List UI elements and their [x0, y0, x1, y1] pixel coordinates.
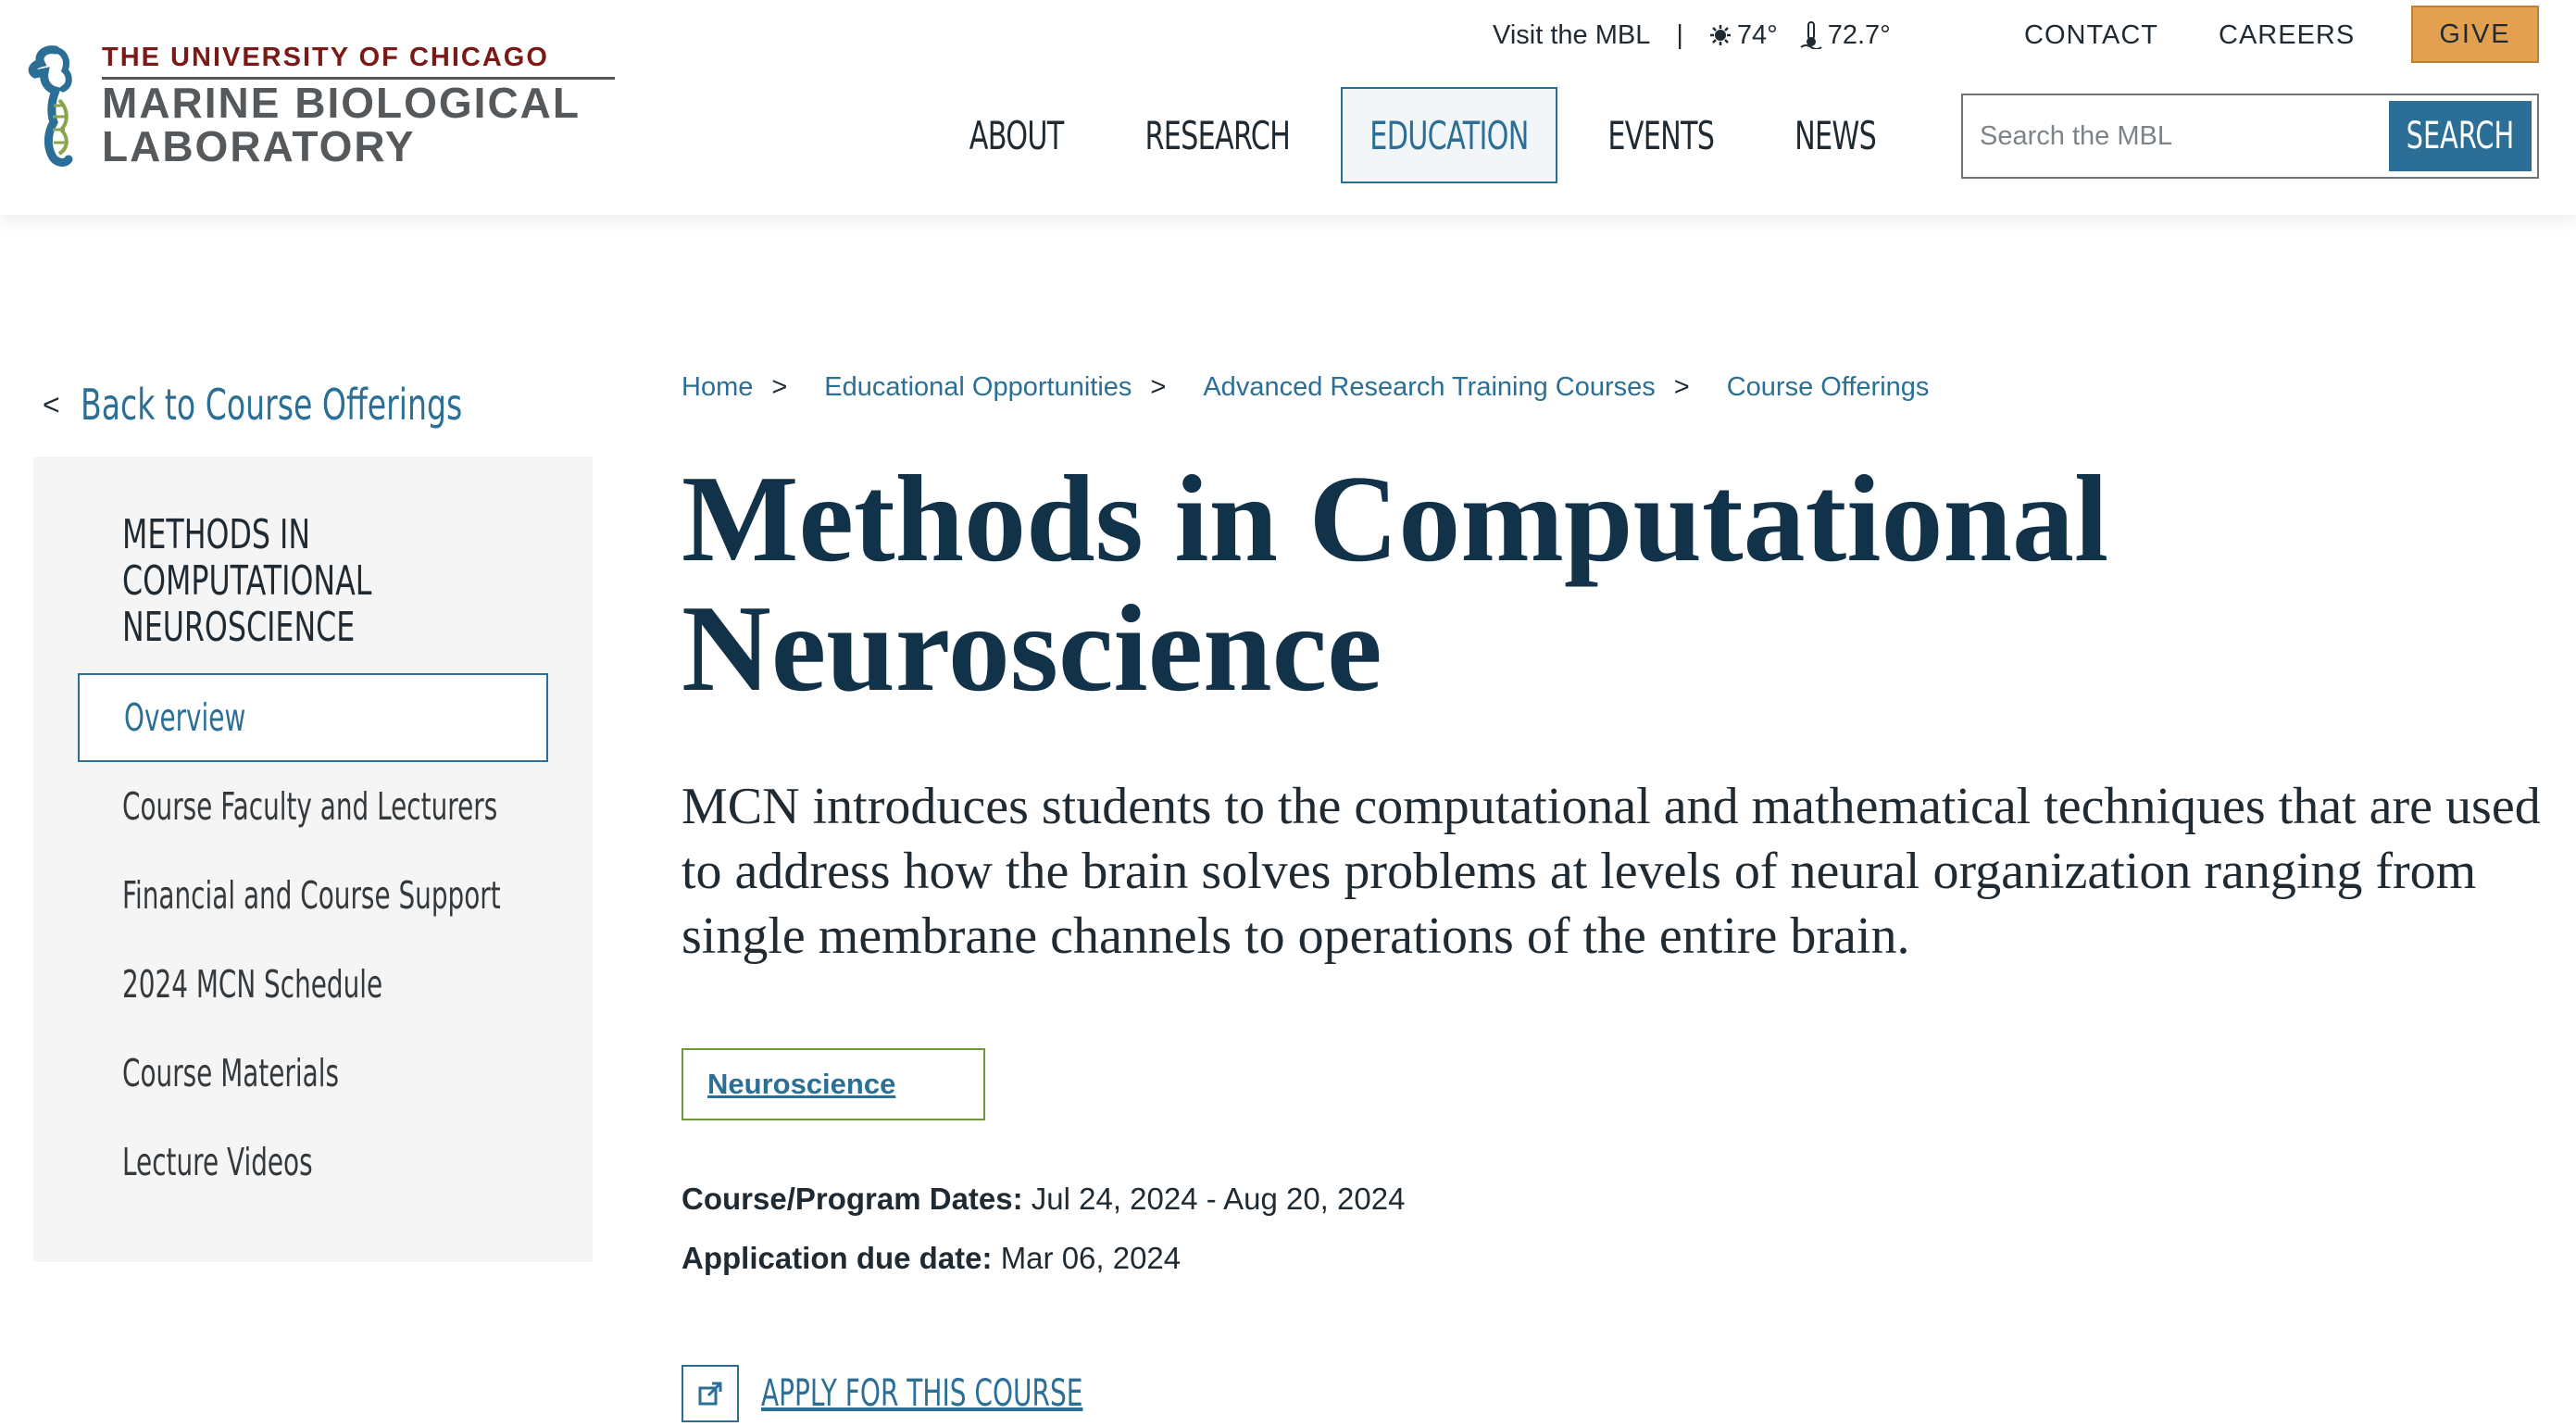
careers-link[interactable]: CAREERS: [2219, 17, 2355, 54]
chevron-left-icon: <: [43, 387, 60, 421]
apply-for-course-link[interactable]: APPLY FOR THIS COURSE: [682, 1365, 1220, 1422]
page-title: Methods in Computational Neuroscience: [682, 454, 2441, 713]
logo-wordmark: MARINE BIOLOGICAL LABORATORY: [102, 81, 581, 169]
contact-link[interactable]: CONTACT: [2024, 17, 2158, 54]
nav-events-label: EVENTS: [1607, 112, 1716, 158]
sidebar-item-label: Lecture Videos: [122, 1140, 313, 1184]
sidebar-item-label: Course Materials: [122, 1051, 339, 1095]
air-temperature: 74°: [1709, 20, 1778, 51]
search-button-label: SEARCH: [2406, 115, 2515, 157]
application-due-label: Application due date:: [682, 1241, 993, 1275]
air-temperature-value: 74°: [1736, 19, 1778, 50]
sidebar-title-line: METHODS IN: [122, 511, 311, 558]
course-dates: Course/Program Dates: Jul 24, 2024 - Aug…: [682, 1182, 1405, 1217]
nav-research[interactable]: RESEARCH: [1120, 87, 1315, 183]
nav-about-label: ABOUT: [969, 112, 1064, 158]
course-dates-value: Jul 24, 2024 - Aug 20, 2024: [1031, 1182, 1406, 1216]
breadcrumb-educational-opportunities[interactable]: Educational Opportunities: [824, 372, 1132, 403]
visit-mbl-link[interactable]: Visit the MBL: [1493, 20, 1650, 51]
page-title-line2: Neuroscience: [682, 580, 1382, 717]
search-input[interactable]: [1980, 95, 2369, 177]
sidebar-title-line: COMPUTATIONAL: [122, 557, 372, 605]
water-thermometer-icon: [1800, 21, 1822, 49]
application-due-value: Mar 06, 2024: [1000, 1241, 1182, 1275]
sidebar-item-label: 2024 MCN Schedule: [122, 962, 383, 1007]
nav-education[interactable]: EDUCATION: [1341, 87, 1557, 183]
apply-link-label: APPLY FOR THIS COURSE: [761, 1372, 1083, 1415]
search-form: SEARCH: [1961, 94, 2539, 179]
sidebar-item-label: Financial and Course Support: [122, 873, 501, 918]
utility-bar: Visit the MBL | 74° 72.7°: [1493, 17, 1913, 54]
back-to-course-offerings-link[interactable]: < Back to Course Offerings: [43, 380, 610, 430]
breadcrumb-separator: >: [1673, 371, 1690, 402]
seahorse-logo-icon: [28, 45, 73, 167]
site-header: THE UNIVERSITY OF CHICAGO MARINE BIOLOGI…: [0, 0, 2576, 215]
sidebar-item-label: Course Faculty and Lecturers: [122, 784, 498, 829]
sidebar-item-lecture-videos[interactable]: Lecture Videos: [78, 1118, 548, 1207]
breadcrumb-home[interactable]: Home: [682, 372, 753, 403]
nav-education-label: EDUCATION: [1369, 112, 1529, 158]
external-link-icon: [682, 1365, 739, 1422]
sidebar-item-schedule[interactable]: 2024 MCN Schedule: [78, 940, 548, 1029]
page-title-line1: Methods in Computational: [682, 450, 2109, 587]
breadcrumb-advanced-research-training[interactable]: Advanced Research Training Courses: [1203, 372, 1655, 403]
logo-wordmark-line2: LABORATORY: [102, 122, 416, 170]
breadcrumb-separator: >: [771, 371, 788, 402]
breadcrumb: Home > Educational Opportunities > Advan…: [682, 367, 1929, 407]
logo-university-line: THE UNIVERSITY OF CHICAGO: [102, 43, 549, 72]
breadcrumb-separator: >: [1150, 371, 1167, 402]
topic-tag-neuroscience-link[interactable]: Neuroscience: [707, 1068, 895, 1101]
nav-news[interactable]: NEWS: [1765, 87, 1906, 183]
utility-separator: |: [1676, 19, 1683, 50]
sidebar-item-label: Overview: [124, 695, 246, 740]
sidebar-course-title: METHODS IN COMPUTATIONAL NEUROSCIENCE: [122, 512, 511, 651]
sun-icon: [1709, 25, 1731, 45]
mbl-logo[interactable]: THE UNIVERSITY OF CHICAGO MARINE BIOLOGI…: [28, 41, 615, 170]
application-due-date: Application due date: Mar 06, 2024: [682, 1241, 1181, 1276]
sidebar-item-financial-support[interactable]: Financial and Course Support: [78, 851, 548, 940]
nav-events[interactable]: EVENTS: [1585, 87, 1737, 183]
logo-wordmark-line1: MARINE BIOLOGICAL: [102, 79, 581, 127]
water-temperature-value: 72.7°: [1827, 19, 1891, 50]
sidebar-item-faculty[interactable]: Course Faculty and Lecturers: [78, 762, 548, 851]
back-link-label: Back to Course Offerings: [80, 380, 462, 430]
sidebar-title-line: NEUROSCIENCE: [122, 604, 356, 651]
nav-news-label: NEWS: [1794, 112, 1877, 158]
sidebar-item-course-materials[interactable]: Course Materials: [78, 1029, 548, 1118]
sidebar-item-overview[interactable]: Overview: [78, 673, 548, 762]
give-button[interactable]: GIVE: [2411, 6, 2539, 63]
breadcrumb-course-offerings[interactable]: Course Offerings: [1727, 372, 1930, 403]
search-button[interactable]: SEARCH: [2389, 101, 2532, 171]
course-intro: MCN introduces students to the computati…: [682, 778, 2541, 965]
nav-about[interactable]: ABOUT: [944, 87, 1089, 183]
course-sidebar: METHODS IN COMPUTATIONAL NEUROSCIENCE Ov…: [33, 457, 593, 1262]
course-dates-label: Course/Program Dates:: [682, 1182, 1023, 1216]
water-temperature: 72.7°: [1800, 20, 1891, 51]
topic-tag: Neuroscience: [682, 1048, 985, 1120]
nav-research-label: RESEARCH: [1144, 112, 1291, 158]
